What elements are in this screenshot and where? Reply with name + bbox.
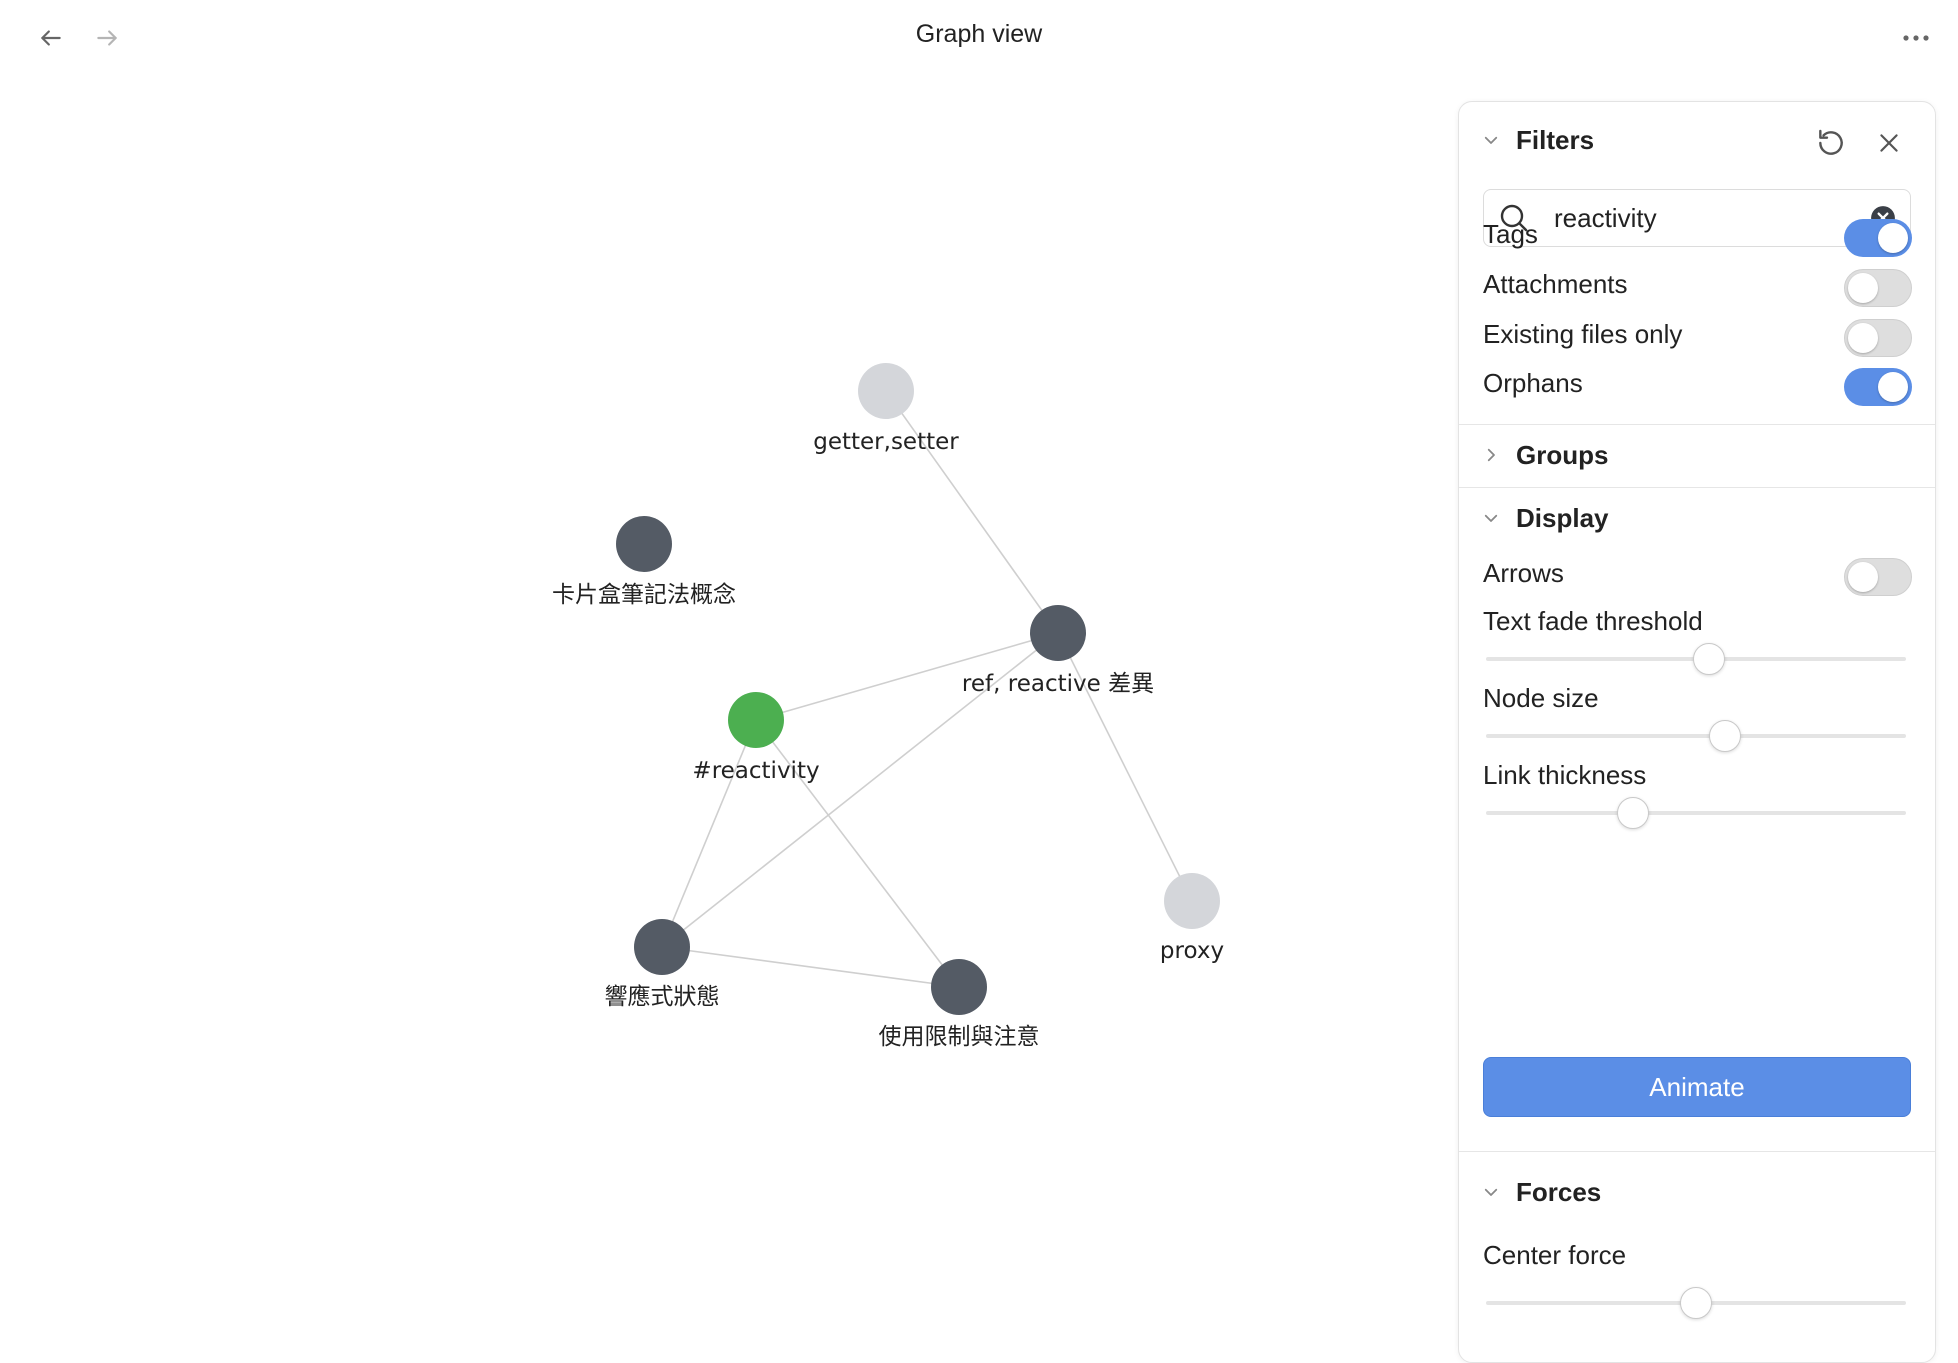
toggle-knob bbox=[1848, 273, 1878, 303]
divider bbox=[1459, 1151, 1935, 1152]
graph-node-circle[interactable] bbox=[728, 692, 784, 748]
node-size-label: Node size bbox=[1483, 683, 1599, 713]
text-fade-threshold-slider[interactable] bbox=[1486, 639, 1906, 679]
graph-edge bbox=[661, 946, 960, 988]
divider bbox=[1459, 424, 1935, 425]
existing-files-only-label: Existing files only bbox=[1483, 319, 1683, 349]
more-options-button[interactable] bbox=[1894, 18, 1938, 58]
slider-track bbox=[1486, 811, 1906, 815]
center-force-slider[interactable] bbox=[1486, 1283, 1906, 1323]
groups-section-header[interactable]: Groups bbox=[1459, 435, 1935, 475]
toggle-knob bbox=[1878, 372, 1908, 402]
attachments-label: Attachments bbox=[1483, 269, 1628, 299]
graph-node-label: 響應式狀態 bbox=[605, 984, 720, 1010]
graph-node-limitations[interactable]: 使用限制與注意 bbox=[879, 959, 1040, 1050]
graph-node-getter-setter[interactable]: getter,setter bbox=[813, 363, 959, 455]
graph-node-circle[interactable] bbox=[1030, 605, 1086, 661]
attachments-toggle[interactable] bbox=[1844, 269, 1912, 307]
orphans-toggle[interactable] bbox=[1844, 368, 1912, 406]
more-horizontal-icon bbox=[1903, 35, 1929, 41]
search-input[interactable] bbox=[1554, 198, 1854, 238]
filters-section-header[interactable]: Filters bbox=[1459, 120, 1935, 160]
slider-thumb[interactable] bbox=[1709, 720, 1742, 752]
graph-node-circle[interactable] bbox=[858, 363, 914, 419]
link-thickness-label: Link thickness bbox=[1483, 760, 1647, 790]
graph-node-reactive-state[interactable]: 響應式狀態 bbox=[605, 919, 720, 1010]
graph-edge bbox=[885, 390, 1059, 634]
graph-node-proxy[interactable]: proxy bbox=[1160, 873, 1224, 964]
toggle-knob bbox=[1878, 223, 1908, 253]
chevron-down-icon bbox=[1481, 130, 1501, 150]
graph-node-circle[interactable] bbox=[931, 959, 987, 1015]
chevron-down-icon bbox=[1481, 1182, 1501, 1202]
animate-button[interactable]: Animate bbox=[1483, 1057, 1911, 1117]
arrows-label: Arrows bbox=[1483, 558, 1564, 588]
graph-svg[interactable]: getter,setter 卡片盒筆記法概念 ref, reactive 差異 #re… bbox=[0, 74, 1440, 1332]
arrows-toggle[interactable] bbox=[1844, 558, 1912, 596]
groups-title: Groups bbox=[1516, 439, 1609, 470]
graph-node-label: getter,setter bbox=[813, 429, 959, 455]
slider-track bbox=[1486, 734, 1906, 738]
graph-node-circle[interactable] bbox=[616, 516, 672, 572]
page-title: Graph view bbox=[915, 20, 1043, 48]
graph-node-label: #reactivity bbox=[692, 758, 819, 784]
graph-node-label: proxy bbox=[1160, 938, 1224, 964]
graph-settings-panel: Filters Tags Attachments Existing files … bbox=[1458, 101, 1936, 1363]
slider-thumb[interactable] bbox=[1680, 1287, 1712, 1319]
toggle-knob bbox=[1848, 562, 1878, 592]
graph-node-reactivity-tag[interactable]: #reactivity bbox=[692, 692, 820, 784]
graph-node-label: 使用限制與注意 bbox=[879, 1024, 1040, 1050]
forces-section-header[interactable]: Forces bbox=[1459, 1172, 1935, 1212]
forces-title: Forces bbox=[1516, 1176, 1602, 1207]
graph-node-label: 卡片盒筆記法概念 bbox=[552, 582, 736, 608]
close-icon bbox=[1880, 134, 1898, 152]
close-panel-button[interactable] bbox=[1869, 123, 1909, 163]
top-bar: Graph view bbox=[0, 0, 1958, 74]
orphans-label: Orphans bbox=[1483, 368, 1583, 398]
display-section-header[interactable]: Display bbox=[1459, 498, 1935, 538]
graph-node-label: ref, reactive 差異 bbox=[962, 671, 1154, 697]
chevron-down-icon bbox=[1481, 508, 1501, 528]
slider-thumb[interactable] bbox=[1617, 797, 1649, 829]
node-size-slider[interactable] bbox=[1486, 716, 1906, 756]
tags-toggle[interactable] bbox=[1844, 219, 1912, 257]
center-force-label: Center force bbox=[1483, 1240, 1627, 1270]
graph-canvas[interactable]: getter,setter 卡片盒筆記法概念 ref, reactive 差異 #re… bbox=[0, 74, 1440, 1332]
display-title: Display bbox=[1516, 502, 1609, 533]
text-fade-threshold-label: Text fade threshold bbox=[1483, 606, 1703, 636]
reset-icon bbox=[1819, 129, 1843, 155]
graph-node-circle[interactable] bbox=[634, 919, 690, 975]
slider-thumb[interactable] bbox=[1692, 643, 1725, 675]
graph-node-circle[interactable] bbox=[1164, 873, 1220, 929]
filters-title: Filters bbox=[1516, 124, 1595, 155]
link-thickness-slider[interactable] bbox=[1486, 793, 1906, 833]
chevron-right-icon bbox=[1481, 445, 1501, 465]
graph-node-card-box[interactable]: 卡片盒筆記法概念 bbox=[552, 516, 736, 608]
graph-node-ref-reactive[interactable]: ref, reactive 差異 bbox=[962, 605, 1154, 697]
tags-label: Tags bbox=[1483, 219, 1538, 249]
divider bbox=[1459, 487, 1935, 488]
toggle-knob bbox=[1848, 323, 1878, 353]
existing-files-only-toggle[interactable] bbox=[1844, 319, 1912, 357]
reset-filters-button[interactable] bbox=[1811, 123, 1851, 163]
graph-edge bbox=[661, 719, 757, 948]
